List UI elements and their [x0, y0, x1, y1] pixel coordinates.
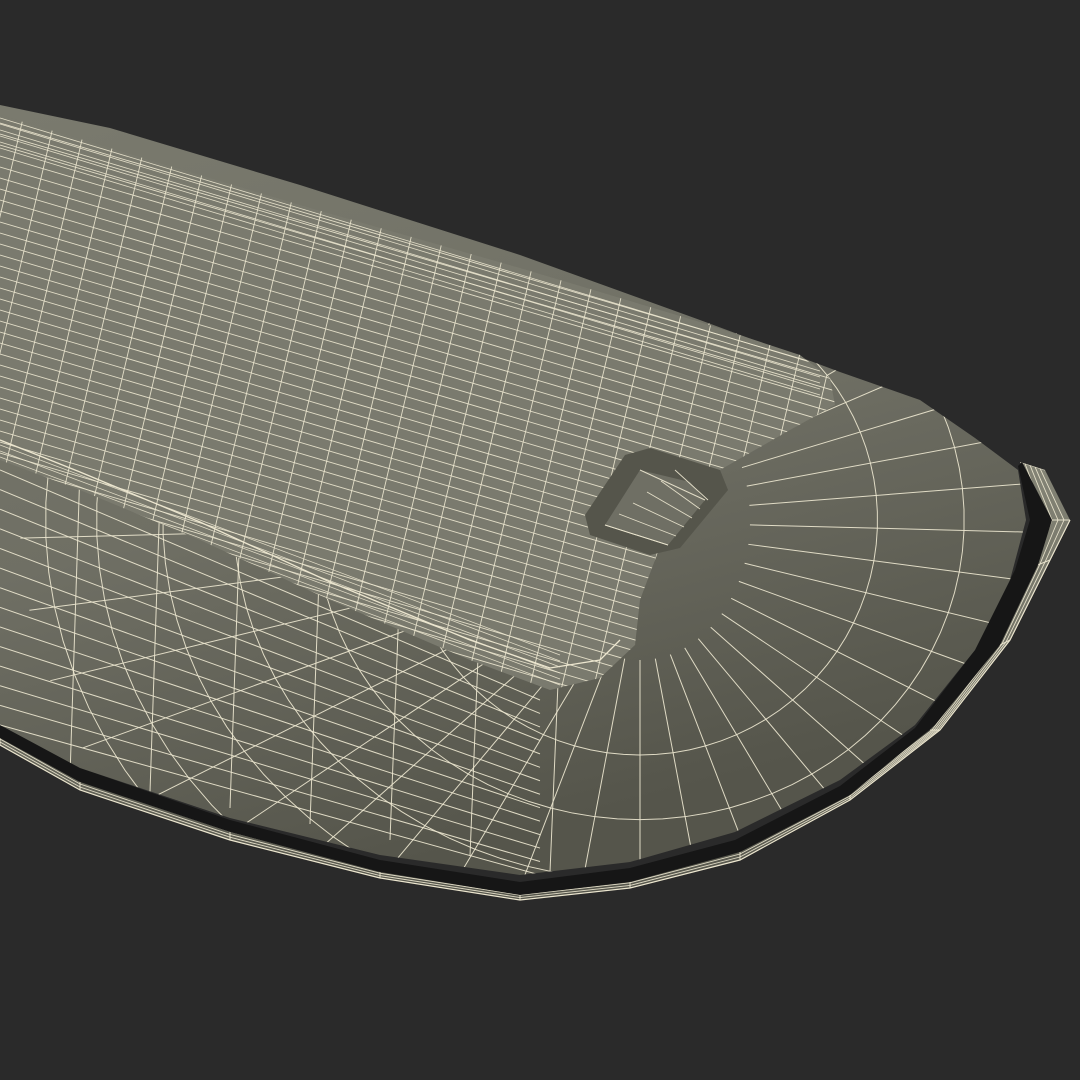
render-viewport: [0, 0, 1080, 1080]
model-render: [0, 0, 1080, 1080]
